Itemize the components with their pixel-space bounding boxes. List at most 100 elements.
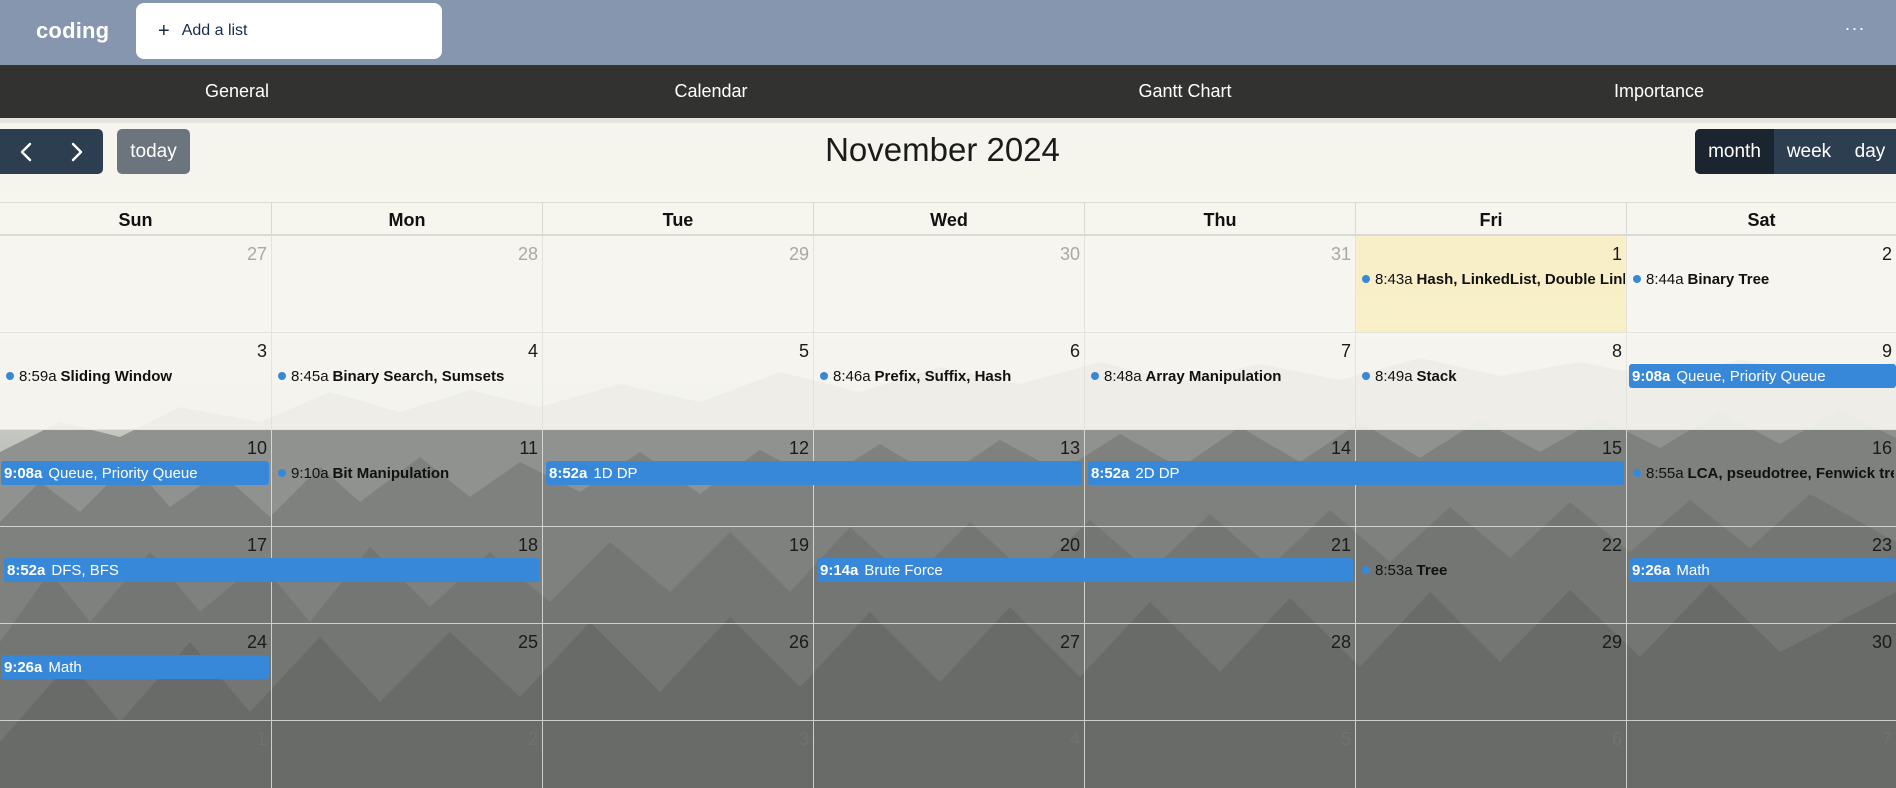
event-title: Tree bbox=[1416, 561, 1448, 579]
today-button[interactable]: today bbox=[117, 129, 190, 174]
day-number: 2 bbox=[527, 729, 538, 749]
event-bar[interactable]: 9:26a Math bbox=[1629, 558, 1896, 582]
day-number: 13 bbox=[1059, 438, 1080, 458]
event-time: 9:14a bbox=[820, 561, 859, 579]
day-cell[interactable]: 7 bbox=[1627, 721, 1896, 788]
event-dot bbox=[1362, 275, 1370, 283]
next-button[interactable] bbox=[51, 129, 102, 174]
day-cell[interactable]: 5 bbox=[1085, 721, 1356, 788]
event-time: 8:55a bbox=[1646, 464, 1684, 482]
day-number: 4 bbox=[1069, 729, 1080, 749]
event-title: Brute Force bbox=[864, 561, 943, 579]
day-number: 16 bbox=[1871, 438, 1892, 458]
day-cell[interactable]: 5 bbox=[543, 333, 814, 430]
event-item[interactable]: 9:10a Bit Manipulation bbox=[275, 462, 541, 484]
month-view-button[interactable]: month bbox=[1695, 129, 1774, 174]
day-number: 5 bbox=[1340, 729, 1351, 749]
day-cell[interactable]: 2 bbox=[272, 721, 543, 788]
event-bar[interactable]: 9:26a Math bbox=[1, 655, 269, 679]
day-cell[interactable]: 6 bbox=[1356, 721, 1627, 788]
chevron-right-icon bbox=[71, 142, 82, 161]
day-number: 29 bbox=[1601, 632, 1622, 652]
day-number: 14 bbox=[1330, 438, 1351, 458]
day-number: 4 bbox=[527, 341, 538, 361]
day-number: 12 bbox=[788, 438, 809, 458]
event-bar[interactable]: 8:52a 1D DP bbox=[546, 461, 1082, 485]
tab-importance[interactable]: Importance bbox=[1422, 65, 1896, 118]
event-title: Math bbox=[48, 658, 82, 676]
day-cell[interactable]: 30 bbox=[814, 236, 1085, 333]
event-title: Binary Search, Sumsets bbox=[332, 367, 505, 385]
event-item[interactable]: 8:43aHash, LinkedList, Double Linked Lis… bbox=[1359, 268, 1625, 290]
day-number: 30 bbox=[1059, 244, 1080, 264]
plus-icon: + bbox=[158, 20, 170, 42]
week-view-button[interactable]: week bbox=[1774, 129, 1844, 174]
event-bar[interactable]: 8:52a 2D DP bbox=[1088, 461, 1624, 485]
event-time: 8:48a bbox=[1104, 367, 1142, 385]
week-row: 17 18 19 20 21 22 23 8:52a DFS, BFS 9:14a… bbox=[0, 527, 1896, 624]
event-time: 8:52a bbox=[549, 464, 588, 482]
day-number: 11 bbox=[519, 438, 538, 458]
week-row: 1 2 3 4 5 6 7 bbox=[0, 721, 1896, 788]
day-cell[interactable]: 28 bbox=[1085, 624, 1356, 721]
event-time: 9:26a bbox=[1632, 561, 1671, 579]
event-item[interactable]: 8:46a Prefix, Suffix, Hash bbox=[817, 365, 1083, 387]
event-title: Array Manipulation bbox=[1145, 367, 1282, 385]
day-cell[interactable]: 27 bbox=[0, 236, 272, 333]
event-title: Queue, Priority Queue bbox=[1676, 367, 1826, 385]
day-number: 27 bbox=[246, 244, 267, 264]
day-cell[interactable]: 26 bbox=[543, 624, 814, 721]
event-item[interactable]: 8:49a Stack bbox=[1359, 365, 1625, 387]
weekday-header: Sun Mon Tue Wed Thu Fri Sat bbox=[0, 203, 1896, 235]
event-bar[interactable]: 9:08a Queue, Priority Queue bbox=[1, 461, 269, 485]
day-cell[interactable]: 30 bbox=[1627, 624, 1896, 721]
weekday-mon: Mon bbox=[272, 203, 543, 235]
tab-general[interactable]: General bbox=[0, 65, 474, 118]
tab-gantt-chart[interactable]: Gantt Chart bbox=[948, 65, 1422, 118]
prev-button[interactable] bbox=[0, 129, 51, 174]
event-item[interactable]: 8:45a Binary Search, Sumsets bbox=[275, 365, 541, 387]
event-item[interactable]: 8:44a Binary Tree bbox=[1630, 268, 1894, 290]
tab-calendar[interactable]: Calendar bbox=[474, 65, 948, 118]
event-title: DFS, BFS bbox=[51, 561, 119, 579]
day-cell[interactable]: 25 bbox=[272, 624, 543, 721]
event-time: 8:59a bbox=[19, 367, 57, 385]
week-row: 10 11 12 13 14 15 16 9:08a Queue, Priorit… bbox=[0, 430, 1896, 527]
day-number: 31 bbox=[1330, 244, 1351, 264]
day-cell[interactable]: 29 bbox=[543, 236, 814, 333]
day-cell[interactable]: 28 bbox=[272, 236, 543, 333]
event-time: 8:44a bbox=[1646, 270, 1684, 288]
day-cell[interactable]: 19 bbox=[543, 527, 814, 624]
board-title[interactable]: coding bbox=[36, 18, 109, 44]
day-number: 20 bbox=[1059, 535, 1080, 555]
event-bar[interactable]: 9:14a Brute Force bbox=[817, 558, 1353, 582]
day-cell[interactable]: 3 bbox=[543, 721, 814, 788]
day-number: 3 bbox=[256, 341, 267, 361]
event-item[interactable]: 8:53a Tree bbox=[1359, 559, 1625, 581]
event-time: 8:43a bbox=[1375, 270, 1413, 288]
day-number: 24 bbox=[246, 632, 267, 652]
day-cell[interactable]: 31 bbox=[1085, 236, 1356, 333]
day-number: 25 bbox=[517, 632, 538, 652]
event-time: 9:08a bbox=[4, 464, 43, 482]
event-item[interactable]: 8:59a Sliding Window bbox=[3, 365, 269, 387]
day-cell[interactable]: 4 bbox=[814, 721, 1085, 788]
event-time: 8:52a bbox=[7, 561, 46, 579]
event-title: Stack bbox=[1416, 367, 1457, 385]
event-item[interactable]: 8:48a Array Manipulation bbox=[1088, 365, 1354, 387]
view-tabs: General Calendar Gantt Chart Importance bbox=[0, 65, 1896, 123]
day-cell[interactable]: 1 bbox=[0, 721, 272, 788]
event-time: 8:53a bbox=[1375, 561, 1413, 579]
day-number: 3 bbox=[798, 729, 809, 749]
add-list-button[interactable]: + Add a list bbox=[136, 3, 442, 59]
day-number: 22 bbox=[1601, 535, 1622, 555]
event-title: Sliding Window bbox=[60, 367, 173, 385]
more-menu-button[interactable]: ··· bbox=[1842, 18, 1868, 42]
day-number: 1 bbox=[256, 729, 267, 749]
day-cell[interactable]: 29 bbox=[1356, 624, 1627, 721]
day-view-button[interactable]: day bbox=[1844, 129, 1896, 174]
event-bar[interactable]: 9:08a Queue, Priority Queue bbox=[1629, 364, 1896, 388]
day-cell[interactable]: 27 bbox=[814, 624, 1085, 721]
event-bar[interactable]: 8:52a DFS, BFS bbox=[4, 558, 540, 582]
event-item[interactable]: 8:55a LCA, pseudotree, Fenwick tree bbox=[1630, 462, 1894, 484]
